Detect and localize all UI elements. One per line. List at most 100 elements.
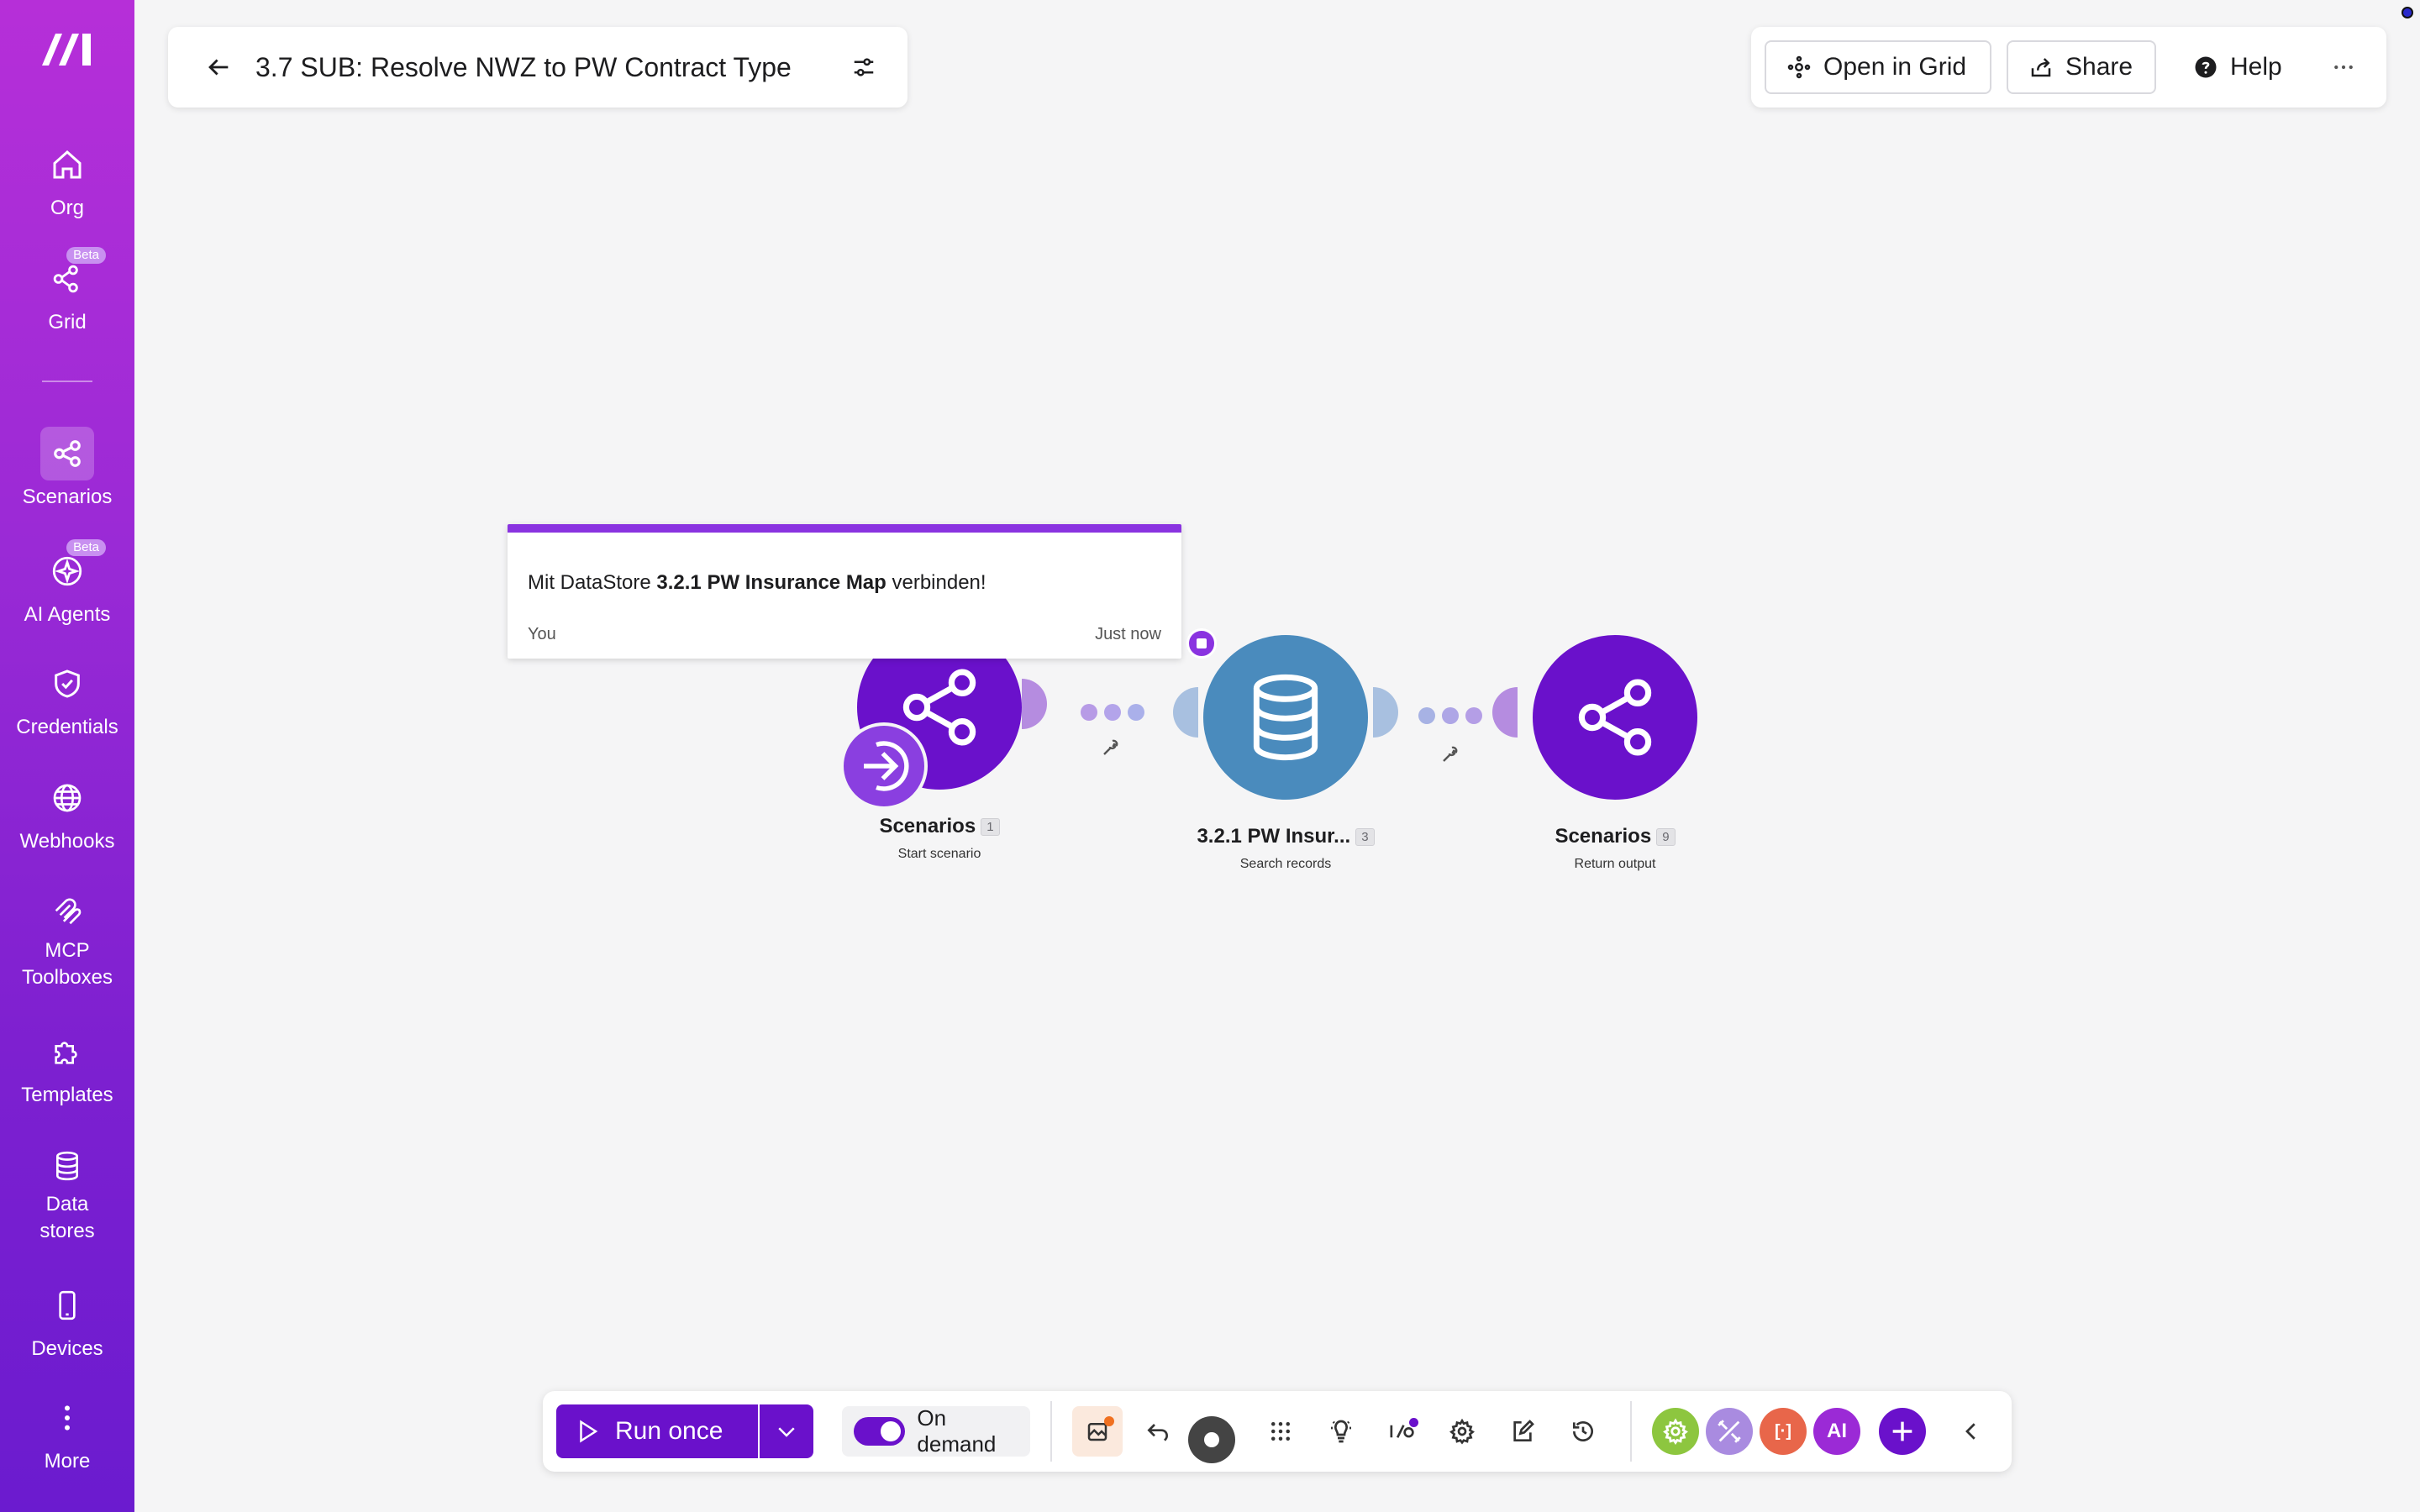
sidebar-item-data-stores[interactable]: Data stores bbox=[0, 1139, 134, 1245]
help-icon bbox=[2195, 56, 2217, 78]
save-image-icon[interactable] bbox=[1072, 1406, 1123, 1457]
node-label-2: 3.2.1 PW Insur... 3 Search records bbox=[1168, 825, 1403, 872]
puzzle-icon bbox=[40, 1025, 94, 1079]
sidebar-item-label: More bbox=[44, 1450, 91, 1473]
run-once-button[interactable]: Run once bbox=[556, 1404, 758, 1458]
node-count-badge: 9 bbox=[1656, 828, 1676, 847]
sidebar-item-label: Webhooks bbox=[19, 830, 115, 853]
node-count-badge: 3 bbox=[1355, 828, 1375, 847]
sidebar: Org Beta Grid Scenarios Beta AI Agents C… bbox=[0, 0, 134, 1512]
undo-icon[interactable] bbox=[1133, 1406, 1183, 1457]
sidebar-divider bbox=[42, 381, 92, 382]
sidebar-item-label: Devices bbox=[31, 1337, 103, 1360]
connector-1-end bbox=[1173, 687, 1198, 738]
sidebar-item-label: Scenarios bbox=[22, 486, 113, 508]
home-icon bbox=[40, 138, 94, 192]
datastore-search-node[interactable] bbox=[1203, 635, 1368, 800]
note-text: Mit DataStore 3.2.1 PW Insurance Map ver… bbox=[528, 571, 986, 595]
sidebar-item-credentials[interactable]: Credentials bbox=[0, 657, 134, 741]
schedule-switch[interactable] bbox=[854, 1417, 906, 1446]
bracket-icon: [·] bbox=[1775, 1421, 1791, 1441]
run-options-dropdown[interactable] bbox=[760, 1404, 813, 1458]
note-indicator-icon[interactable] bbox=[1186, 628, 1217, 659]
scenario-title[interactable]: 3.7 SUB: Resolve NWZ to PW Contract Type bbox=[255, 52, 839, 83]
node-label-3: Scenarios 9 Return output bbox=[1504, 825, 1726, 872]
share-icon bbox=[2031, 58, 2051, 77]
sidebar-item-mcp-toolboxes[interactable]: MCP Toolboxes bbox=[0, 885, 134, 991]
tools-gear-avatar[interactable] bbox=[1652, 1408, 1699, 1455]
wrench-icon[interactable] bbox=[1440, 744, 1460, 764]
node-name: 3.2.1 PW Insur... bbox=[1197, 825, 1351, 848]
sidebar-item-webhooks[interactable]: Webhooks bbox=[0, 771, 134, 855]
grid-dots-icon[interactable] bbox=[1255, 1406, 1306, 1457]
ai-avatar[interactable]: AI bbox=[1813, 1408, 1860, 1455]
note-card[interactable]: Mit DataStore 3.2.1 PW Insurance Map ver… bbox=[508, 524, 1181, 659]
node-name: Scenarios bbox=[879, 815, 976, 837]
node-label-1: Scenarios 1 Start scenario bbox=[840, 815, 1039, 862]
bottom-toolbar: Run once On demand [·] AI bbox=[543, 1391, 2012, 1472]
help-label: Help bbox=[2230, 53, 2282, 81]
plus-icon bbox=[1892, 1421, 1912, 1441]
bracket-avatar[interactable]: [·] bbox=[1760, 1408, 1807, 1455]
sidebar-item-templates[interactable]: Templates bbox=[0, 1025, 134, 1109]
sidebar-item-org[interactable]: Org bbox=[0, 138, 134, 222]
node-subtitle: Return output bbox=[1574, 857, 1656, 871]
share-nodes-icon bbox=[1578, 679, 1652, 756]
node-subtitle: Search records bbox=[1239, 857, 1332, 871]
share-button[interactable]: Share bbox=[2007, 40, 2156, 94]
share-nodes-icon bbox=[40, 427, 94, 480]
more-options-icon[interactable] bbox=[2314, 40, 2373, 94]
sidebar-item-label: AI Agents bbox=[24, 603, 111, 626]
sidebar-item-label: Templates bbox=[21, 1084, 113, 1106]
back-arrow-icon[interactable] bbox=[193, 42, 244, 92]
sidebar-item-label: Org bbox=[50, 197, 84, 219]
sidebar-item-devices[interactable]: Devices bbox=[0, 1278, 134, 1362]
run-once-label: Run once bbox=[615, 1417, 723, 1445]
beta-badge: Beta bbox=[66, 539, 106, 556]
schedule-label: On demand bbox=[917, 1405, 997, 1457]
scenarios-return-node[interactable] bbox=[1533, 635, 1697, 800]
gear-icon bbox=[1663, 1418, 1688, 1446]
gear-icon[interactable] bbox=[1437, 1406, 1487, 1457]
note-text-suffix: verbinden! bbox=[886, 571, 986, 594]
open-in-grid-button[interactable]: Open in Grid bbox=[1765, 40, 1991, 94]
sidebar-item-label: Data stores bbox=[39, 1193, 95, 1242]
scenario-title-bar: 3.7 SUB: Resolve NWZ to PW Contract Type bbox=[168, 27, 908, 108]
top-actions-bar: Open in Grid Share Help bbox=[1751, 27, 2386, 108]
note-author: You bbox=[528, 625, 556, 643]
sparkle-icon: Beta bbox=[40, 539, 106, 598]
sidebar-item-scenarios[interactable]: Scenarios bbox=[0, 427, 134, 511]
record-icon[interactable] bbox=[1186, 1406, 1237, 1463]
history-icon[interactable] bbox=[1558, 1406, 1608, 1457]
node-count-badge: 1 bbox=[981, 818, 1000, 837]
share-label: Share bbox=[2065, 53, 2133, 81]
toolbar-divider bbox=[1630, 1401, 1632, 1462]
input-output-icon[interactable] bbox=[1376, 1406, 1427, 1457]
add-module-button[interactable] bbox=[1879, 1408, 1926, 1455]
lightbulb-icon[interactable] bbox=[1316, 1406, 1366, 1457]
globe-icon bbox=[40, 771, 94, 825]
make-logo-icon[interactable] bbox=[39, 29, 96, 69]
shield-check-icon bbox=[40, 657, 94, 711]
chevron-down-icon bbox=[778, 1427, 795, 1437]
wrench-icon[interactable] bbox=[1101, 738, 1121, 758]
sidebar-item-more[interactable]: More bbox=[0, 1391, 134, 1475]
edit-note-icon[interactable] bbox=[1497, 1406, 1548, 1457]
vertical-dots-icon bbox=[40, 1391, 94, 1445]
tools-avatar[interactable] bbox=[1706, 1408, 1753, 1455]
node-subtitle: Start scenario bbox=[897, 847, 981, 861]
database-icon bbox=[40, 1139, 94, 1193]
chevron-left-icon[interactable] bbox=[1946, 1406, 1996, 1457]
sidebar-item-grid[interactable]: Beta Grid bbox=[0, 247, 134, 336]
trigger-badge-icon[interactable] bbox=[840, 722, 928, 810]
ai-icon: AI bbox=[1827, 1420, 1847, 1442]
grid-network-icon: Beta bbox=[40, 247, 106, 306]
sliders-icon[interactable] bbox=[839, 42, 889, 92]
mcp-icon bbox=[40, 885, 94, 939]
schedule-toggle[interactable]: On demand bbox=[842, 1405, 1030, 1457]
sidebar-item-ai-agents[interactable]: Beta AI Agents bbox=[0, 539, 134, 628]
help-button[interactable]: Help bbox=[2171, 40, 2323, 94]
grid-network-icon bbox=[1787, 55, 1811, 79]
status-indicator bbox=[2402, 7, 2413, 18]
database-icon bbox=[1253, 674, 1318, 761]
